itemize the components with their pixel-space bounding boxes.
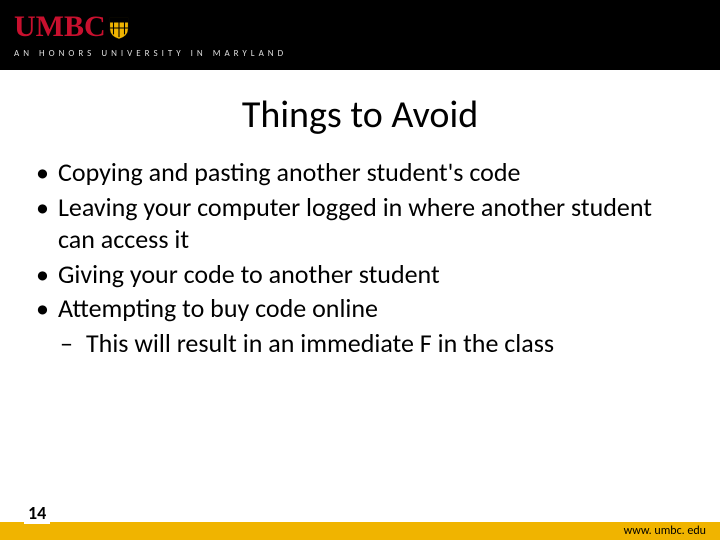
list-item: Leaving your computer logged in where an…: [30, 191, 690, 256]
list-item-text: Copying and pasting another student's co…: [58, 156, 520, 188]
sub-list-item: This will result in an immediate F in th…: [58, 327, 690, 360]
bullet-list: Copying and pasting another student's co…: [30, 156, 690, 359]
header-bar: UMBC AN HONORS UNIVERSITY IN MARYLAND: [0, 0, 720, 70]
list-item-text: Giving your code to another student: [58, 258, 440, 290]
logo-text: UMBC: [14, 12, 106, 42]
sub-list-item-text: This will result in an immediate F in th…: [86, 327, 554, 359]
shield-icon: [108, 16, 130, 40]
list-item-text: Leaving your computer logged in where an…: [58, 191, 652, 256]
footer-url: www. umbc. edu: [624, 524, 706, 538]
list-item-text: Attempting to buy code online: [58, 292, 378, 324]
content-area: Copying and pasting another student's co…: [0, 148, 720, 540]
footer-gold-bar: [0, 522, 720, 540]
page-number: 14: [24, 502, 50, 524]
list-item: Copying and pasting another student's co…: [30, 156, 690, 189]
list-item: Attempting to buy code online This will …: [30, 292, 690, 359]
title-area: Things to Avoid: [0, 70, 720, 148]
slide-title: Things to Avoid: [0, 92, 720, 138]
slide: UMBC AN HONORS UNIVERSITY IN MARYLAND Th…: [0, 0, 720, 540]
logo: UMBC: [14, 12, 720, 42]
footer: 14 www. umbc. edu: [0, 512, 720, 540]
tagline: AN HONORS UNIVERSITY IN MARYLAND: [14, 48, 720, 59]
list-item: Giving your code to another student: [30, 258, 690, 291]
sub-list: This will result in an immediate F in th…: [58, 327, 690, 360]
